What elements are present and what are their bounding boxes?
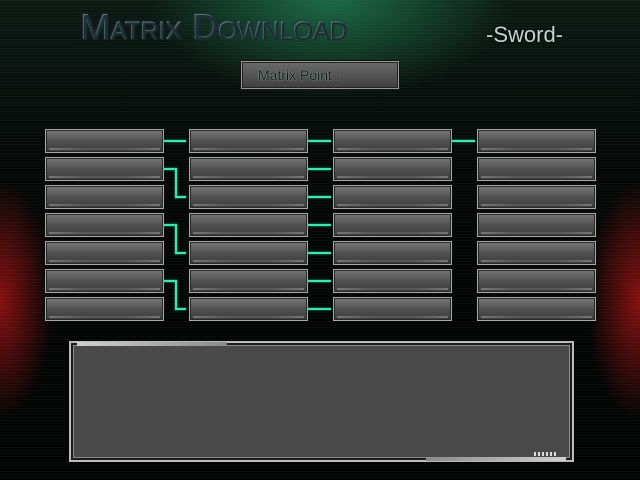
matrix-slot-c4-r6[interactable] [477, 269, 596, 293]
connector-c2-c3-r5 [308, 252, 331, 254]
matrix-slot-c2-r6[interactable] [189, 269, 308, 293]
matrix-slot-c1-r1[interactable] [45, 129, 164, 153]
matrix-slot-c3-r5[interactable] [333, 241, 452, 265]
matrix-slot-c1-r5[interactable] [45, 241, 164, 265]
connector-c2-c3-r6 [308, 280, 331, 282]
matrix-slot-c2-r2[interactable] [189, 157, 308, 181]
connector-c1-c2-r1 [164, 140, 186, 142]
connector-c2-c3-r3 [308, 196, 331, 198]
page-subtitle: -Sword- [486, 22, 564, 47]
matrix-slot-c4-r3[interactable] [477, 185, 596, 209]
matrix-slot-c4-r4[interactable] [477, 213, 596, 237]
matrix-slot-c2-r1[interactable] [189, 129, 308, 153]
matrix-slot-c4-r2[interactable] [477, 157, 596, 181]
matrix-slot-c1-r6[interactable] [45, 269, 164, 293]
matrix-point-label-text: Matrix Point [258, 67, 332, 83]
grip-icon [534, 452, 558, 456]
matrix-slot-c1-r3[interactable] [45, 185, 164, 209]
matrix-slot-c3-r2[interactable] [333, 157, 452, 181]
matrix-slot-c3-r4[interactable] [333, 213, 452, 237]
connector-c2-c3-r4 [308, 224, 331, 226]
matrix-point-colon: : [335, 67, 340, 83]
matrix-slot-c1-r4[interactable] [45, 213, 164, 237]
connector-c1-bracket-3-vertical [175, 280, 177, 310]
matrix-slot-c4-r5[interactable] [477, 241, 596, 265]
matrix-slot-c2-r4[interactable] [189, 213, 308, 237]
matrix-slot-c3-r1[interactable] [333, 129, 452, 153]
connector-c2-c3-r7 [308, 308, 331, 310]
connector-c1-bracket-1-bottom [175, 196, 186, 198]
description-panel [69, 341, 574, 462]
matrix-slot-c2-r7[interactable] [189, 297, 308, 321]
matrix-slot-c3-r6[interactable] [333, 269, 452, 293]
connector-c1-bracket-3-bottom [175, 308, 186, 310]
connector-c3-c4-r1 [452, 140, 475, 142]
connector-c2-c3-r1 [308, 140, 331, 142]
matrix-point-label: Matrix Point : [258, 67, 340, 83]
matrix-slot-c2-r5[interactable] [189, 241, 308, 265]
matrix-slot-c3-r7[interactable] [333, 297, 452, 321]
connector-c2-c3-r2 [308, 168, 331, 170]
page-title: Matrix Download [80, 6, 347, 50]
matrix-slot-c1-r2[interactable] [45, 157, 164, 181]
matrix-point-box: Matrix Point : [241, 61, 399, 89]
description-frame-bottom-accent [426, 457, 566, 461]
matrix-slot-c3-r3[interactable] [333, 185, 452, 209]
matrix-slot-c4-r7[interactable] [477, 297, 596, 321]
connector-c1-bracket-1-vertical [175, 168, 177, 198]
matrix-slot-c2-r3[interactable] [189, 185, 308, 209]
description-frame-top-accent [77, 342, 227, 346]
connector-c1-bracket-2-bottom [175, 252, 186, 254]
matrix-slot-c4-r1[interactable] [477, 129, 596, 153]
matrix-slot-c1-r7[interactable] [45, 297, 164, 321]
connector-c1-bracket-2-vertical [175, 224, 177, 254]
